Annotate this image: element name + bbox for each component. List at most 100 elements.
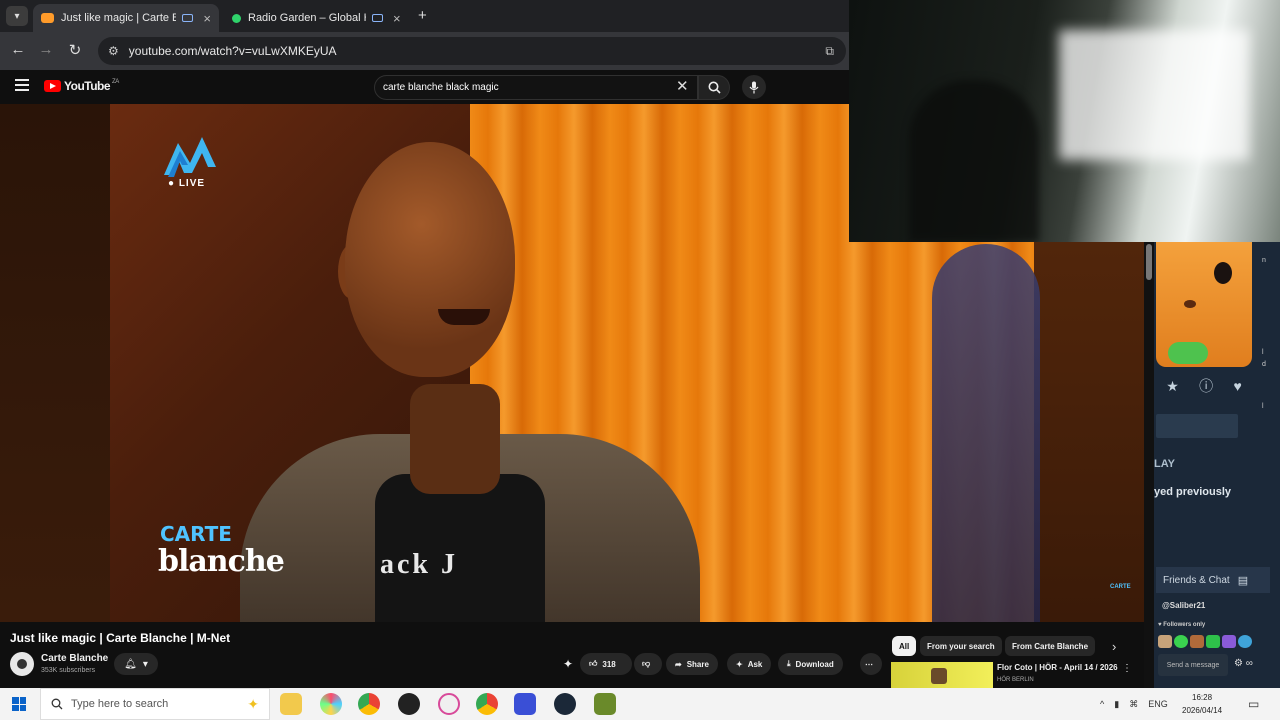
channel-avatar[interactable] [10,652,34,676]
recommendation-more-icon[interactable]: ⋮ [1122,663,1132,674]
chat-icon: ▤ [1237,574,1249,587]
recommendation-channel[interactable]: HÖR BERLIN [997,677,1034,683]
webcam-overlay [849,0,1280,242]
reload-icon[interactable]: ↻ [65,41,85,59]
stream-side-panel: ★ ⓘ ♥ LAY yed previously Friends & Chat … [1144,242,1280,692]
search-input[interactable]: carte blanche black magic [374,75,698,100]
url-text: youtube.com/watch?v=vuLwXMKEyUA [128,44,337,58]
video-bg-left [0,104,110,622]
chrome-icon[interactable] [358,693,380,715]
chat-settings-icon[interactable]: ⚙ ∞ [1234,658,1253,669]
url-field[interactable]: ⚙ youtube.com/watch?v=vuLwXMKEyUA ⧉ [98,37,846,65]
like-count: 318 [602,659,616,669]
windows-start-icon[interactable] [12,697,26,711]
emote-icon[interactable] [1158,635,1172,648]
bell-icon: 🔔︎ [124,658,137,670]
ask-button[interactable]: ✦ Ask [727,653,772,675]
tab-youtube[interactable]: Just like magic | Carte Blanc × [33,4,219,32]
voice-search-button[interactable] [742,75,766,99]
download-button[interactable]: ⤓ Download [778,653,843,675]
notes-app-icon[interactable] [514,693,536,715]
site-info-icon[interactable]: ⚙ [108,44,119,58]
emote-icon[interactable] [1206,635,1220,648]
language-indicator[interactable]: ENG [1148,699,1168,709]
like-button[interactable]: 👍︎ 318 [580,653,632,675]
recommendation-title[interactable]: Flor Coto | HÖR - April 14 / 2026 [997,663,1118,672]
game-icon[interactable] [594,693,616,715]
emote-icon[interactable] [1190,635,1204,648]
dislike-button[interactable]: 👎︎ [634,653,662,675]
played-previously-label: yed previously [1154,486,1232,498]
hamburger-menu-icon[interactable] [15,79,29,94]
chrome-profile-icon[interactable] [476,693,498,715]
emote-icon[interactable] [1174,635,1188,648]
close-tab-icon[interactable]: × [203,11,211,26]
microphone-icon[interactable]: ▮ [1114,699,1119,710]
search-button[interactable] [698,75,730,100]
notifications-button[interactable]: 🔔︎ ▾ [114,653,158,675]
youtube-play-icon [44,80,61,92]
followers-only-label: ♥ Followers only [1158,622,1206,628]
interviewer-silhouette [932,244,1040,622]
network-icon[interactable]: ⌘ [1129,699,1138,710]
tab-title: Radio Garden – Global Han [248,12,366,24]
radio-garden-favicon-icon [232,13,241,23]
interviewee-shirt [375,474,545,622]
recommendation-thumbnail[interactable] [891,662,993,688]
chat-username: @Saliber21 [1162,601,1206,610]
back-arrow-icon[interactable]: ← [8,41,28,58]
tab-search-button[interactable]: ▾ [6,6,28,26]
taskbar-clock[interactable]: 16:28 2026/04/14 [1182,691,1222,717]
forward-arrow-icon[interactable]: → [36,41,56,58]
channel-name[interactable]: Carte Blanche [41,653,108,664]
obs-icon[interactable] [398,693,420,715]
friends-chat-button[interactable]: Friends & Chat ▤ [1156,567,1270,593]
taskbar-search-placeholder: Type here to search [71,698,169,710]
play-section-label: LAY [1154,458,1175,470]
more-actions-button[interactable]: ⋯ [860,653,882,675]
tab-radio-garden[interactable]: Radio Garden – Global Han × [224,4,410,32]
new-tab-button[interactable]: + [418,7,427,24]
chip-all[interactable]: All [892,636,917,656]
cast-icon [182,14,194,22]
cast-page-icon[interactable]: ⧉ [825,44,834,59]
panel-input-bar[interactable] [1156,414,1238,438]
chip-from-your-search[interactable]: From your search [920,636,1002,656]
app-icon[interactable] [438,693,460,715]
address-bar: ← → ↻ ⚙ youtube.com/watch?v=vuLwXMKEyUA … [0,32,850,70]
close-tab-icon[interactable]: × [393,11,401,26]
ai-sparkle-icon[interactable]: ✦ [563,657,573,671]
mascot-nose [1184,300,1196,308]
copilot-icon[interactable] [320,693,342,715]
emote-icon[interactable] [1222,635,1236,648]
chevron-up-icon[interactable]: ^ [1100,699,1104,709]
heart-icon[interactable]: ♥ [1234,378,1242,394]
youtube-logo-text: YouTube [64,79,111,93]
search-query: carte blanche black magic [383,82,499,93]
taskbar-search-input[interactable]: Type here to search ✦ [40,688,270,720]
steam-icon[interactable] [554,693,576,715]
chip-from-carte-blanche[interactable]: From Carte Blanche [1005,636,1096,656]
tab-bar: ▾ Just like magic | Carte Blanc × Radio … [0,0,850,32]
channel-logo-icon [17,659,27,669]
chevron-down-icon: ▾ [142,658,148,670]
share-button[interactable]: ➦ Share [666,653,718,675]
send-message-input[interactable]: Send a message [1158,654,1228,676]
file-explorer-icon[interactable] [280,693,302,715]
notification-icon[interactable]: ▭ [1248,688,1259,720]
emote-icon[interactable] [1238,635,1252,648]
search-highlight-icon: ✦ [247,695,259,712]
send-message-placeholder: Send a message [1166,661,1220,669]
info-icon[interactable]: ⓘ [1199,376,1213,396]
youtube-logo[interactable]: YouTube ZA [44,79,119,93]
clear-search-icon[interactable]: ✕ [676,77,689,95]
share-icon: ➦ [675,659,682,669]
friends-chat-label: Friends & Chat [1163,574,1230,586]
thumbs-up-icon: 👍︎ [589,659,598,668]
panel-scrollbar[interactable] [1144,242,1154,692]
video-info-bar: Just like magic | Carte Blanche | M-Net … [0,622,1144,688]
subscriber-count: 353K subscribers [41,667,96,674]
windows-taskbar: Type here to search ✦ ^ ▮ ⌘ ENG 16:28 20… [0,688,1280,720]
chevron-right-icon[interactable]: › [1112,639,1116,654]
star-icon[interactable]: ★ [1166,378,1179,395]
